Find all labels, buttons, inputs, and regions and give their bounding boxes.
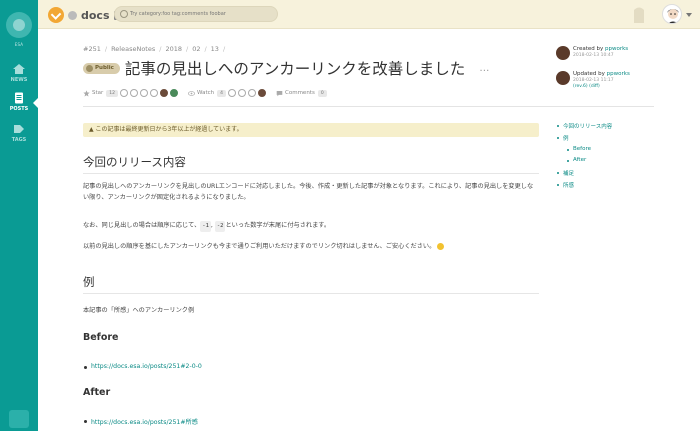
- star-count: 12: [106, 89, 119, 97]
- created-by-info: Created by ppworks 2018-02-13 10:47: [556, 46, 628, 60]
- toc-item[interactable]: After: [566, 157, 586, 163]
- page-title: 記事の見出しへのアンカーリンクを改善しました: [124, 60, 466, 78]
- comments-count: 0: [317, 89, 327, 97]
- list-item-link[interactable]: https://docs.esa.io/posts/251#2-0-0: [84, 363, 202, 370]
- sidebar-item-tags[interactable]: TAGS: [0, 120, 38, 150]
- toc-item[interactable]: Before: [567, 146, 591, 152]
- paragraph-text: なお、同じ見出しの場合は順序に応じて、: [83, 222, 201, 229]
- search-icon: [120, 10, 128, 18]
- breadcrumb-item[interactable]: #251: [83, 45, 101, 53]
- breadcrumb-separator: /: [204, 45, 207, 53]
- breadcrumb: #251 / ReleaseNotes / 2018 / 02 / 13 /: [83, 45, 225, 53]
- team-name: docs: [81, 8, 110, 22]
- stargazer-avatar[interactable]: [130, 89, 139, 97]
- esa-logo-icon: [48, 7, 64, 23]
- stargazer-avatar[interactable]: [150, 89, 159, 97]
- visibility-badge: Public: [83, 62, 120, 74]
- post-actions: Star 12 Watch 4 Comments 0: [83, 88, 327, 98]
- alert-text: この記事は最終更新日から3年以上が経過しています。: [95, 126, 243, 133]
- breadcrumb-separator: /: [185, 45, 189, 53]
- chevron-down-icon[interactable]: [686, 13, 692, 17]
- home-icon: [13, 64, 25, 74]
- smiley-icon: [437, 242, 445, 250]
- watcher-avatar[interactable]: [248, 89, 257, 97]
- heading-before: Before: [83, 332, 119, 343]
- sidebar-item-news[interactable]: NEWS: [0, 60, 38, 90]
- sidebar-item-label: NEWS: [10, 77, 28, 83]
- breadcrumb-separator: /: [222, 45, 226, 53]
- eye-icon[interactable]: [188, 90, 196, 97]
- comment-icon[interactable]: [276, 90, 283, 97]
- breadcrumb-separator: /: [159, 45, 162, 53]
- watch-button[interactable]: Watch: [197, 90, 214, 96]
- breadcrumb-item[interactable]: ReleaseNotes: [111, 45, 155, 53]
- updated-by-label: Updated by: [573, 71, 605, 77]
- paragraph-text: といった数字が末尾に付与されます。: [225, 222, 331, 229]
- toc-item[interactable]: 今回のリリース内容: [556, 122, 612, 130]
- updater-avatar[interactable]: [556, 71, 570, 85]
- outdated-alert: ▲ この記事は最終更新日から3年以上が経過しています。: [83, 123, 539, 137]
- watcher-avatar[interactable]: [228, 89, 237, 97]
- toc-item[interactable]: 補足: [556, 169, 574, 177]
- comments-link[interactable]: Comments: [285, 90, 315, 96]
- heading-example: 例: [83, 274, 539, 294]
- sidebar: ESA NEWS POSTS TAGS: [0, 0, 38, 431]
- document-icon: [15, 92, 23, 104]
- sidebar-item-posts[interactable]: POSTS: [0, 89, 38, 119]
- revision-link[interactable]: (rev.6) (diff): [573, 84, 630, 89]
- heading-release: 今回のリリース内容: [83, 154, 539, 174]
- post-header: Public 記事の見出しへのアンカーリンクを改善しました …: [83, 58, 490, 78]
- stargazer-avatar[interactable]: [160, 89, 169, 97]
- notification-icon[interactable]: [632, 5, 646, 24]
- paragraph: 記事の見出しへのアンカーリンクを見出しのURLエンコードに対応しました。今後、作…: [83, 183, 534, 201]
- breadcrumb-separator: /: [104, 45, 108, 53]
- top-bar: docs ▾: [38, 0, 700, 29]
- stargazer-avatar[interactable]: [120, 89, 129, 97]
- team-name: ESA: [14, 42, 24, 47]
- sidebar-item-label: TAGS: [11, 137, 27, 143]
- divider: [83, 106, 654, 107]
- breadcrumb-item[interactable]: 13: [211, 45, 219, 53]
- user-avatar[interactable]: [662, 4, 682, 24]
- updated-by-info: Updated by ppworks 2018-02-13 11:17 (rev…: [556, 71, 630, 89]
- list-item-link[interactable]: https://docs.esa.io/posts/251#所感: [84, 417, 198, 426]
- creator-avatar[interactable]: [556, 46, 570, 60]
- star-icon[interactable]: [83, 89, 90, 97]
- tag-icon: [14, 125, 24, 133]
- creator-link[interactable]: ppworks: [605, 46, 628, 52]
- more-options-icon[interactable]: …: [479, 63, 490, 74]
- watcher-avatar[interactable]: [238, 89, 247, 97]
- breadcrumb-item[interactable]: 2018: [165, 45, 182, 53]
- updated-at: 2018-02-13 11:17: [573, 78, 614, 83]
- stargazer-avatar[interactable]: [140, 89, 149, 97]
- stargazer-avatar[interactable]: [170, 89, 179, 97]
- inline-code: -1: [200, 221, 211, 232]
- watch-count: 4: [217, 89, 227, 97]
- team-switcher[interactable]: docs ▾: [48, 6, 123, 24]
- heading-after: After: [83, 387, 111, 398]
- paragraph: 本記事の「所感」へのアンカーリンク例: [83, 307, 195, 314]
- globe-icon: [86, 64, 93, 72]
- toc-item[interactable]: 例: [557, 134, 569, 142]
- star-button[interactable]: Star: [92, 90, 103, 96]
- watcher-avatar[interactable]: [258, 89, 267, 97]
- search-box[interactable]: [114, 6, 278, 22]
- help-button[interactable]: [9, 410, 29, 428]
- paragraph-text: 以前の見出しの順序を基にしたアンカーリンクも今まで通りご利用いただけますのでリン…: [83, 243, 436, 250]
- team-icon: [68, 10, 77, 20]
- toc-item[interactable]: 所感: [556, 181, 574, 189]
- inline-code: -2: [214, 221, 226, 232]
- updater-link[interactable]: ppworks: [607, 71, 630, 77]
- visibility-label: Public: [95, 64, 114, 71]
- paragraph: なお、同じ見出しの場合は順序に応じて、 -1, -2 といった数字が末尾に付与されま…: [83, 220, 539, 232]
- created-at: 2018-02-13 10:47: [573, 53, 614, 58]
- sidebar-item-label: POSTS: [9, 106, 29, 112]
- breadcrumb-item[interactable]: 02: [192, 45, 200, 53]
- team-logo-icon[interactable]: [6, 12, 32, 38]
- created-by-label: Created by: [573, 46, 604, 52]
- warning-icon: ▲: [89, 126, 94, 133]
- search-input[interactable]: [130, 8, 275, 20]
- paragraph: 以前の見出しの順序を基にしたアンカーリンクも今まで通りご利用いただけますのでリン…: [83, 241, 539, 252]
